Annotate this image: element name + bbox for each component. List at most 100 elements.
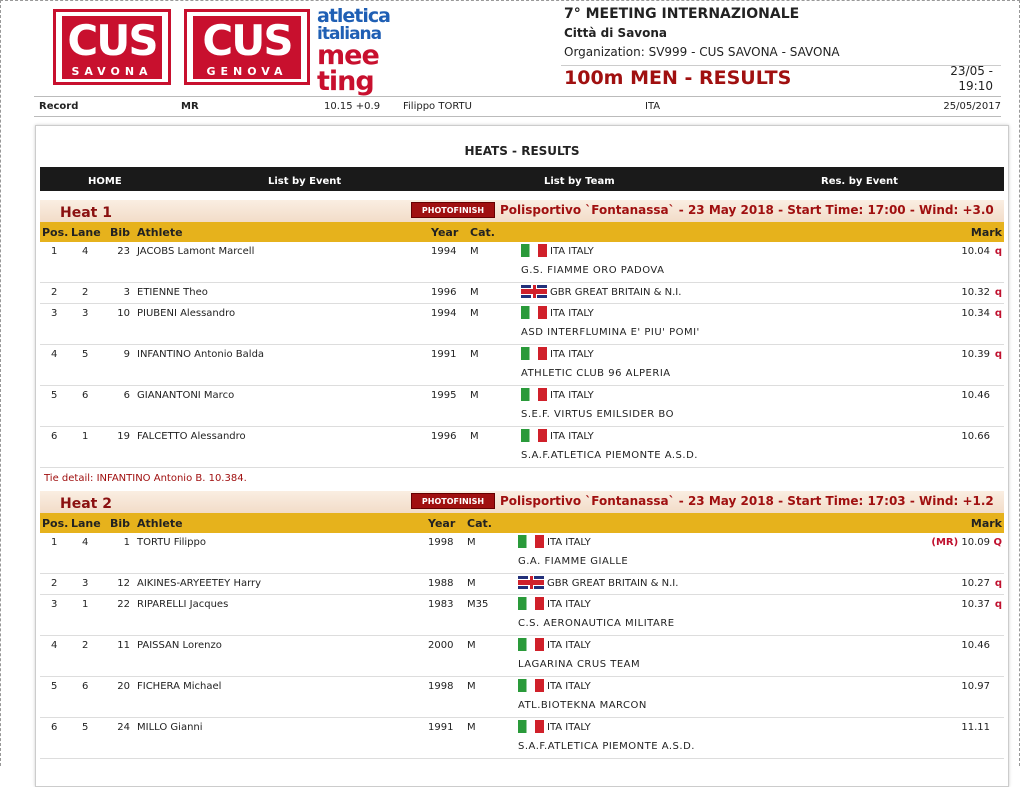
cell-bib: 20 — [117, 681, 130, 692]
mark-value: 10.37 — [961, 599, 990, 610]
cell-athlete: PIUBENI Alessandro — [137, 308, 236, 319]
qualification-flag: q — [994, 246, 1002, 257]
cell-nation: ITA ITALY — [550, 349, 594, 360]
cus-genova-logo[interactable]: CUS GENOVA — [184, 9, 310, 85]
heat-name: Heat 1 — [60, 205, 112, 221]
cell-year: 1983 — [428, 599, 454, 610]
cell-bib: 23 — [117, 246, 130, 257]
cell-cat: M — [470, 308, 479, 319]
table-row[interactable]: 1 4 23 JACOBS Lamont Marcell 1994 M ITA ITALY G… — [40, 242, 1004, 283]
tie-detail: Tie detail: INFANTINO Antonio B. 10.384. — [40, 468, 1004, 486]
record-mark: 10.15 +0.9 — [324, 101, 381, 112]
cell-mark: 11.11 — [961, 722, 990, 733]
cell-cat: M35 — [467, 599, 489, 610]
cell-pos: 2 — [51, 578, 58, 589]
section-title: HEATS - RESULTS — [464, 144, 580, 158]
cell-athlete: INFANTINO Antonio Balda — [137, 349, 265, 360]
col-bib: Bib — [110, 517, 131, 530]
col-athlete: Athlete — [137, 226, 183, 239]
cell-lane: 4 — [82, 246, 89, 257]
table-row[interactable]: 5 6 6 GIANANTONI Marco 1995 M ITA ITALY S.E.F. … — [40, 386, 1004, 427]
cell-nation: ITA ITALY — [550, 431, 594, 442]
cell-mark: 10.04 — [961, 246, 990, 257]
cell-mark: 10.39 — [961, 349, 990, 360]
heat-1-rows: 1 4 23 JACOBS Lamont Marcell 1994 M ITA ITALY G… — [40, 242, 1004, 468]
tie-detail-text: Tie detail: INFANTINO Antonio B. 10.384. — [44, 473, 247, 484]
table-row[interactable]: 4 2 11 PAISSAN Lorenzo 2000 M ITA ITALY LAGARIN… — [40, 636, 1004, 677]
cell-bib: 1 — [123, 537, 130, 548]
event-date: 23/05 - — [950, 64, 993, 78]
cell-nation: ITA ITALY — [547, 722, 591, 733]
cell-year: 2000 — [428, 640, 454, 651]
cell-year: 1998 — [428, 681, 454, 692]
cell-mark: 10.34 — [961, 308, 990, 319]
cell-pos: 5 — [51, 390, 58, 401]
mark-value: 10.39 — [961, 349, 990, 360]
table-row[interactable]: 3 1 22 RIPARELLI Jacques 1983 M35 ITA ITALY C.S… — [40, 595, 1004, 636]
record-type: MR — [181, 101, 199, 112]
cell-athlete: MILLO Gianni — [137, 722, 203, 733]
nav-bar: HOME List by Event List by Team Res. by … — [40, 167, 1004, 191]
mark-value: 10.04 — [961, 246, 990, 257]
cell-nation: ITA ITALY — [547, 640, 591, 651]
cus-savona-logo-mark: CUS — [62, 16, 162, 66]
cell-cat: M — [470, 349, 479, 360]
record-athlete: Filippo TORTU — [403, 101, 472, 112]
photofinish-button[interactable]: PHOTOFINISH — [411, 202, 495, 218]
cell-lane: 5 — [82, 722, 89, 733]
nav-home[interactable]: HOME — [88, 176, 122, 187]
cell-cat: M — [467, 537, 476, 548]
cell-club: LAGARINA CRUS TEAM — [518, 659, 641, 670]
table-row[interactable]: 2 2 3 ETIENNE Theo 1996 M GBR GREAT BRITAIN & … — [40, 283, 1004, 304]
cell-pos: 3 — [51, 599, 58, 610]
cell-lane: 5 — [82, 349, 89, 360]
heat-header: Heat 1 PHOTOFINISH Polisportivo `Fontana… — [40, 200, 1004, 222]
nav-list-by-team[interactable]: List by Team — [544, 176, 615, 187]
record-label: Record — [39, 101, 79, 112]
record-row: Record MR 10.15 +0.9 Filippo TORTU ITA 2… — [39, 101, 1001, 115]
cell-nation: ITA ITALY — [547, 599, 591, 610]
col-mark: Mark — [970, 517, 1002, 530]
mark-value: 10.34 — [961, 308, 990, 319]
results-panel: HEATS - RESULTS HOME List by Event List … — [35, 125, 1009, 787]
cell-athlete: FICHERA Michael — [137, 681, 222, 692]
photofinish-button[interactable]: PHOTOFINISH — [411, 493, 495, 509]
table-row[interactable]: 1 4 1 TORTU Filippo 1998 M ITA ITALY G.A. FIAMM… — [40, 533, 1004, 574]
table-row[interactable]: 5 6 20 FICHERA Michael 1998 M ITA ITALY ATL.BIO… — [40, 677, 1004, 718]
table-row[interactable]: 6 1 19 FALCETTO Alessandro 1996 M ITA ITALY S.A… — [40, 427, 1004, 468]
table-row[interactable]: 2 3 12 AIKINES-ARYEETEY Harry 1988 M GBR GREAT… — [40, 574, 1004, 595]
mark-value: 10.27 — [961, 578, 990, 589]
heat-name: Heat 2 — [60, 496, 112, 512]
italy-flag-icon — [521, 347, 547, 360]
cell-pos: 2 — [51, 287, 58, 298]
cell-athlete: JACOBS Lamont Marcell — [137, 246, 255, 257]
cell-cat: M — [467, 640, 476, 651]
cell-year: 1988 — [428, 578, 454, 589]
cell-pos: 1 — [51, 246, 58, 257]
table-row[interactable]: 3 3 10 PIUBENI Alessandro 1994 M ITA ITALY ASD … — [40, 304, 1004, 345]
cell-club: ATL.BIOTEKNA MARCON — [518, 700, 647, 711]
mark-value: 10.46 — [961, 640, 990, 651]
heat-1: Heat 1 PHOTOFINISH Polisportivo `Fontana… — [40, 200, 1004, 486]
cell-pos: 3 — [51, 308, 58, 319]
cell-athlete: ETIENNE Theo — [137, 287, 208, 298]
col-mark: Mark — [970, 226, 1002, 239]
atletica-italiana-meeting-logo[interactable]: atletica italiana mee ting — [317, 7, 393, 95]
italy-flag-icon — [518, 679, 544, 692]
col-pos: Pos. — [42, 517, 69, 530]
record-nation: ITA — [645, 101, 661, 112]
cell-bib: 3 — [123, 287, 130, 298]
mark-value: 10.66 — [961, 431, 990, 442]
cell-lane: 1 — [82, 431, 89, 442]
nav-list-by-event[interactable]: List by Event — [268, 176, 341, 187]
table-row[interactable]: 4 5 9 INFANTINO Antonio Balda 1991 M ITA ITALY… — [40, 345, 1004, 386]
italy-flag-icon — [518, 720, 544, 733]
table-row[interactable]: 6 5 24 MILLO Gianni 1991 M ITA ITALY S.A.F.ATLE… — [40, 718, 1004, 759]
nav-res-by-event[interactable]: Res. by Event — [821, 176, 898, 187]
col-lane: Lane — [71, 517, 101, 530]
record-bottom-divider — [34, 116, 1001, 117]
cell-lane: 2 — [82, 287, 89, 298]
cus-savona-logo[interactable]: CUS SAVONA — [53, 9, 171, 85]
col-cat: Cat. — [470, 226, 495, 239]
mark-value: 10.09 — [961, 537, 990, 548]
